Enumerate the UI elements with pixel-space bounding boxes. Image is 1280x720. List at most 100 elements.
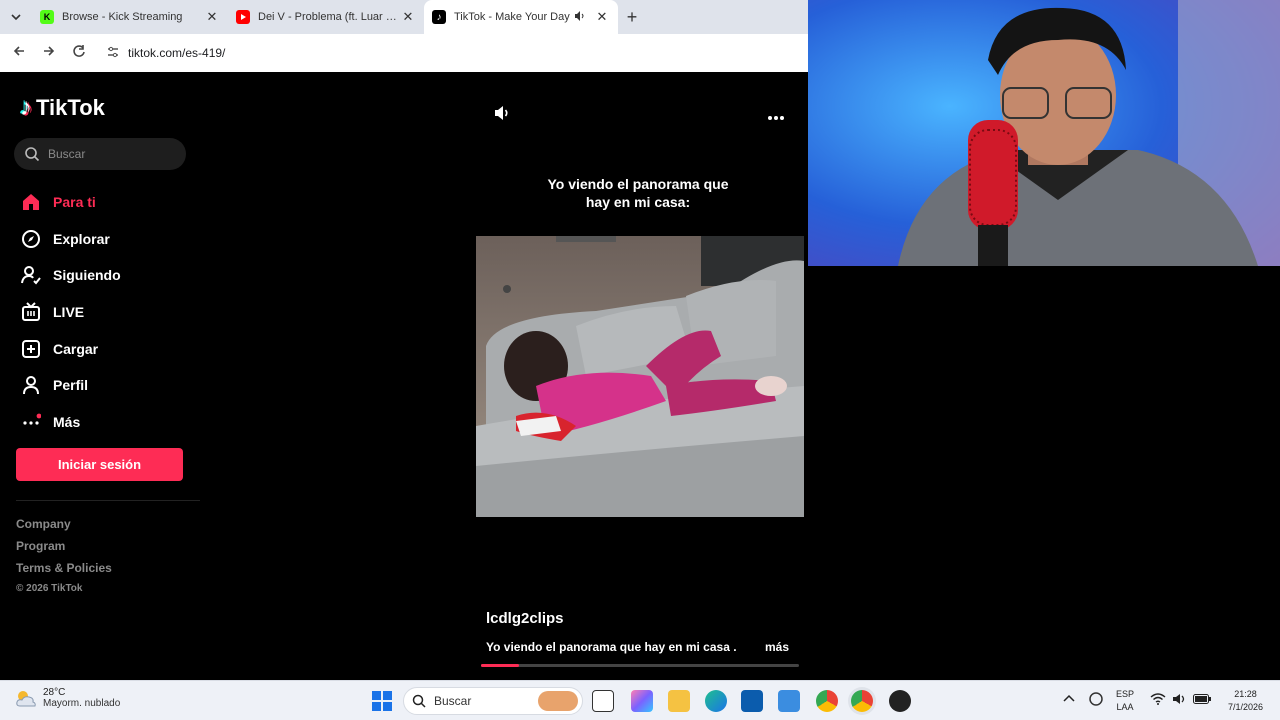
taskbar-search-placeholder: Buscar <box>434 694 472 708</box>
reload-icon[interactable] <box>64 44 94 62</box>
language-code: ESP <box>1116 689 1135 699</box>
webcam-overlay <box>808 0 1280 266</box>
tab-title: Dei V - Problema (ft. Luar La L) <box>258 11 400 23</box>
task-view-icon[interactable] <box>592 690 614 712</box>
url-text: tiktok.com/es-419/ <box>128 46 226 60</box>
video-frame-image <box>476 236 804 517</box>
footer-copyright: © 2026 TikTok <box>16 583 83 594</box>
back-arrow-icon[interactable] <box>4 44 34 62</box>
tray-app-icon[interactable] <box>1088 691 1104 711</box>
search-icon <box>25 147 40 162</box>
sidebar-item-siguiendo[interactable]: Siguiendo <box>20 257 121 294</box>
clock-time: 21:28 <box>1234 689 1257 699</box>
tiktok-page: ♪ TikTok Buscar Para ti Explorar Siguien… <box>0 72 808 680</box>
speaker-icon[interactable] <box>1172 693 1188 709</box>
tab-kick[interactable]: K Browse - Kick Streaming ✕ <box>32 0 228 34</box>
weather-widget[interactable]: 28°C Mayorm. nublado <box>14 687 120 709</box>
weather-cloud-icon <box>16 691 36 707</box>
search-icon <box>412 694 426 708</box>
edge-icon[interactable] <box>705 690 727 712</box>
tray-chevron-up-icon[interactable] <box>1063 693 1075 706</box>
sidebar-item-label: Cargar <box>53 340 99 357</box>
weather-temperature: 28°C <box>43 687 66 698</box>
app-icon[interactable] <box>778 690 800 712</box>
compass-icon <box>20 228 42 250</box>
caption-line: hay en mi casa: <box>585 194 691 210</box>
address-bar: tiktok.com/es-419/ <box>0 34 808 72</box>
more-dots-icon <box>20 411 42 433</box>
video-progress-bar[interactable] <box>481 664 799 667</box>
sidebar-item-live[interactable]: LIVE <box>20 294 121 331</box>
volume-icon[interactable] <box>493 104 511 127</box>
browser-tab-bar: K Browse - Kick Streaming ✕ Dei V - Prob… <box>0 0 808 34</box>
video-options-icon[interactable] <box>767 108 785 126</box>
search-highlight-icon <box>538 691 578 711</box>
youtube-favicon-icon <box>236 10 250 24</box>
tab-title: Browse - Kick Streaming <box>62 11 183 23</box>
search-input[interactable]: Buscar <box>14 138 186 170</box>
video-progress-fill <box>481 664 520 667</box>
more-button[interactable]: más <box>765 640 789 654</box>
sidebar-item-label: Siguiendo <box>53 267 121 284</box>
sidebar-item-mas[interactable]: Más <box>20 404 121 441</box>
tab-youtube[interactable]: Dei V - Problema (ft. Luar La L) ✕ <box>228 0 424 34</box>
following-icon <box>20 264 42 286</box>
footer-program-link[interactable]: Program <box>16 539 65 553</box>
file-explorer-icon[interactable] <box>668 690 690 712</box>
webcam-image <box>808 0 1280 266</box>
home-icon <box>20 191 42 213</box>
kick-favicon-icon: K <box>40 10 54 24</box>
sidebar-item-label: Más <box>53 413 81 430</box>
url-field[interactable]: tiktok.com/es-419/ <box>102 39 808 67</box>
obs-icon[interactable] <box>889 690 911 712</box>
footer-terms-link[interactable]: Terms & Policies <box>16 561 112 575</box>
tab-search-chevron-icon[interactable] <box>0 0 32 34</box>
forward-arrow-icon[interactable] <box>34 44 64 62</box>
clock-date: 7/1/2026 <box>1228 702 1264 712</box>
weather-description: Mayorm. nublado <box>43 698 121 709</box>
sidebar-item-para-ti[interactable]: Para ti <box>20 184 121 221</box>
tiktok-favicon-icon: ♪ <box>432 10 446 24</box>
wifi-icon[interactable] <box>1150 693 1166 709</box>
sidebar-item-perfil[interactable]: Perfil <box>20 367 121 404</box>
video-frame[interactable] <box>476 236 804 517</box>
profile-icon <box>20 374 42 396</box>
screen: K Browse - Kick Streaming ✕ Dei V - Prob… <box>0 0 1280 720</box>
chrome-profile-icon[interactable] <box>816 690 838 712</box>
sidebar-item-label: Para ti <box>53 194 96 211</box>
tab-title: TikTok - Make Your Day <box>454 11 570 23</box>
login-button[interactable]: Iniciar sesión <box>16 448 183 481</box>
battery-icon[interactable] <box>1193 694 1211 708</box>
sidebar-item-label: LIVE <box>53 304 85 321</box>
copilot-icon[interactable] <box>631 690 653 712</box>
live-icon <box>20 301 42 323</box>
sidebar-item-label: Explorar <box>53 230 110 247</box>
sidebar-item-cargar[interactable]: Cargar <box>20 330 121 367</box>
video-author[interactable]: lcdlg2clips <box>486 610 564 627</box>
tiktok-note-icon: ♪ <box>20 94 32 121</box>
clock[interactable]: 21:28 7/1/2026 <box>1228 688 1263 714</box>
caption-line: Yo viendo el panorama que <box>547 176 729 192</box>
webcam-background-fill <box>808 266 1280 680</box>
store-icon[interactable] <box>741 690 763 712</box>
video-description: Yo viendo el panorama que hay en mi casa… <box>486 640 736 654</box>
close-icon[interactable]: ✕ <box>204 9 220 25</box>
keyboard-layout: LAA <box>1116 702 1134 712</box>
close-icon[interactable]: ✕ <box>400 9 416 25</box>
footer-company-link[interactable]: Company <box>16 517 71 531</box>
close-icon[interactable]: ✕ <box>594 9 610 25</box>
tiktok-logo[interactable]: ♪ TikTok <box>20 94 105 122</box>
sidebar-item-explorar[interactable]: Explorar <box>20 221 121 258</box>
windows-start-icon[interactable] <box>371 690 393 712</box>
video-caption: Yo viendo el panorama que hay en mi casa… <box>540 175 736 211</box>
tab-tiktok[interactable]: ♪ TikTok - Make Your Day ✕ <box>424 0 618 34</box>
sidebar-nav: Para ti Explorar Siguiendo LIVE Cargar P… <box>20 184 121 440</box>
search-placeholder: Buscar <box>48 147 86 161</box>
site-settings-icon[interactable] <box>102 46 124 61</box>
language-indicator[interactable]: ESP LAA <box>1116 688 1134 714</box>
tab-audio-icon[interactable] <box>574 10 586 25</box>
chrome-icon[interactable] <box>851 690 873 712</box>
taskbar-search-input[interactable]: Buscar <box>403 687 583 715</box>
sidebar-divider <box>16 500 200 501</box>
new-tab-button[interactable]: + <box>618 7 646 28</box>
